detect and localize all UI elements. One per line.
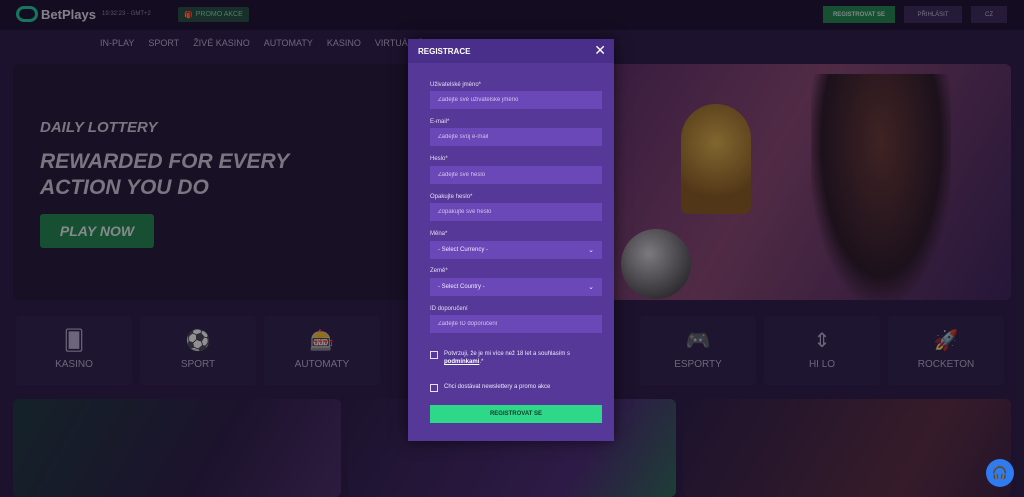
modal-header: REGISTRACE ✕	[408, 39, 614, 63]
terms-link[interactable]: podmínkami	[444, 359, 479, 365]
email-input[interactable]	[430, 128, 602, 146]
chevron-down-icon: ⌄	[588, 247, 594, 254]
username-input[interactable]	[430, 91, 602, 109]
terms-text-body: Potvrzuji, že je mi více než 18 let a so…	[444, 351, 571, 357]
country-select[interactable]: - Select Country - ⌄	[430, 278, 602, 296]
newsletter-row: Chci dostávat newslettery a promo akce	[430, 383, 604, 392]
modal-title: REGISTRACE	[418, 47, 471, 56]
username-label: Uživatelské jméno*	[430, 82, 482, 88]
currency-value: - Select Currency -	[438, 247, 489, 253]
email-label: E-mail*	[430, 119, 450, 125]
terms-text: Potvrzuji, že je mi více než 18 let a so…	[444, 350, 604, 367]
password-repeat-input[interactable]	[430, 203, 602, 221]
password-repeat-label: Opakujte heslo*	[430, 194, 473, 200]
referral-input[interactable]	[430, 315, 602, 333]
registration-modal: REGISTRACE ✕ Uživatelské jméno* E-mail* …	[408, 39, 614, 441]
password-label: Heslo*	[430, 156, 448, 162]
referral-label: ID doporučení	[430, 306, 468, 312]
currency-label: Měna*	[430, 231, 448, 237]
support-chat-button[interactable]: 🎧	[986, 459, 1014, 487]
register-submit-button[interactable]: REGISTROVAT SE	[430, 405, 602, 423]
password-input[interactable]	[430, 166, 602, 184]
chevron-down-icon: ⌄	[588, 284, 594, 291]
newsletter-checkbox[interactable]	[430, 384, 438, 392]
currency-select[interactable]: - Select Currency - ⌄	[430, 241, 602, 259]
terms-row: Potvrzuji, že je mi více než 18 let a so…	[430, 350, 604, 367]
close-icon[interactable]: ✕	[594, 43, 606, 57]
newsletter-text: Chci dostávat newslettery a promo akce	[444, 384, 551, 390]
terms-checkbox[interactable]	[430, 351, 438, 359]
terms-suffix: .*	[479, 359, 484, 366]
country-value: - Select Country -	[438, 284, 485, 290]
headset-icon: 🎧	[991, 465, 1009, 480]
country-label: Země*	[430, 268, 448, 274]
